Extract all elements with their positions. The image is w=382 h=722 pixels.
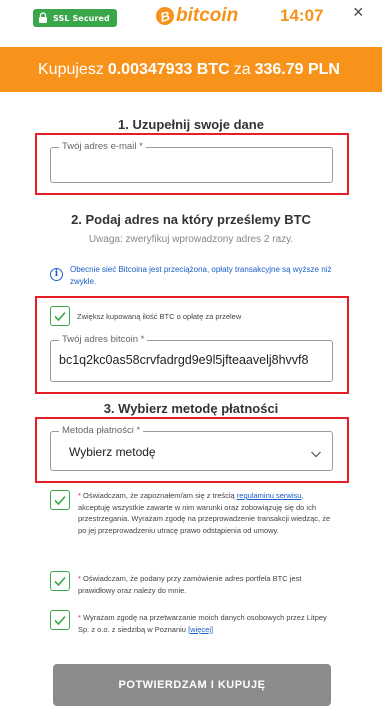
checkmark-icon (54, 576, 66, 587)
terms-consent-checkbox[interactable] (50, 490, 70, 510)
step2-title: 2. Podaj adres na który prześlemy BTC (71, 212, 311, 227)
payment-method-select[interactable]: Metoda płatności * Wybierz metodę (50, 425, 333, 471)
lock-icon (39, 12, 47, 23)
checkmark-icon (54, 495, 66, 506)
address-consent-text: * Oświadczam, że podany przy zamówienie … (78, 573, 336, 596)
network-info-text: Obecnie sieć Bitcoina jest przeciążona, … (70, 265, 332, 286)
countdown-timer: 14:07 (280, 6, 324, 25)
data-processing-consent-checkbox[interactable] (50, 610, 70, 630)
fee-checkbox-label: Zwiększ kupowaną ilość BTC o opłatę za p… (77, 312, 242, 321)
top-bar: SSL Secured B bitcoin 14:07 × (0, 0, 382, 40)
checkmark-icon (54, 615, 66, 626)
banner-middle: za (233, 60, 251, 78)
banner-prefix: Kupujesz (38, 60, 104, 78)
terms-link[interactable]: regulaminu serwisu (237, 491, 302, 500)
bitcoin-logo: B bitcoin (154, 5, 239, 27)
bitcoin-wordmark: bitcoin (176, 5, 239, 26)
email-field-label: Twój adres e-mail * (59, 141, 146, 152)
ssl-secured-badge: SSL Secured (33, 9, 117, 27)
pln-amount: 336.79 PLN (254, 60, 340, 78)
payment-method-label: Metoda płatności * (59, 425, 144, 436)
address-warning: Uwaga: zweryfikuj wprowadzony adres 2 ra… (88, 234, 294, 245)
fee-checkbox[interactable] (50, 306, 70, 326)
step1-title: 1. Uzupełnij swoje dane (118, 117, 264, 132)
bitcoin-address-label: Twój adres bitcoin * (59, 334, 148, 345)
ssl-label: SSL Secured (53, 13, 110, 23)
bitcoin-coin-icon: B (154, 5, 176, 27)
payment-method-value: Wybierz metodę (69, 445, 156, 459)
purchase-summary-banner: Kupujesz 0.00347933 BTC za 336.79 PLN (0, 47, 382, 92)
chevron-down-icon (311, 451, 321, 458)
bitcoin-address-value: bc1q2kc0as58crvfadrgd9e9l5jfteaavelj8hvv… (59, 353, 309, 367)
address-consent-checkbox[interactable] (50, 571, 70, 591)
checkmark-icon (54, 311, 66, 322)
bitcoin-address-field[interactable]: Twój adres bitcoin * bc1q2kc0as58crvfadr… (50, 334, 333, 382)
more-info-link[interactable]: [więcej] (188, 625, 213, 634)
data-processing-consent-text: * Wyrażam zgodę na przetwarzanie moich d… (78, 612, 336, 635)
confirm-and-buy-button[interactable]: POTWIERDZAM I KUPUJĘ (53, 664, 331, 706)
terms-consent-text: * Oświadczam, że zapoznałem/am się z tre… (78, 490, 336, 536)
step3-title: 3. Wybierz metodę płatności (103, 401, 279, 416)
close-icon[interactable]: × (353, 2, 364, 23)
info-icon: i (50, 268, 63, 281)
btc-amount: 0.00347933 BTC (107, 60, 230, 78)
consent-text: Oświadczam, że zapoznałem/am się z treśc… (80, 491, 237, 500)
email-field[interactable]: Twój adres e-mail * (50, 141, 333, 183)
consent-text: Oświadczam, że podany przy zamówienie ad… (78, 574, 302, 595)
